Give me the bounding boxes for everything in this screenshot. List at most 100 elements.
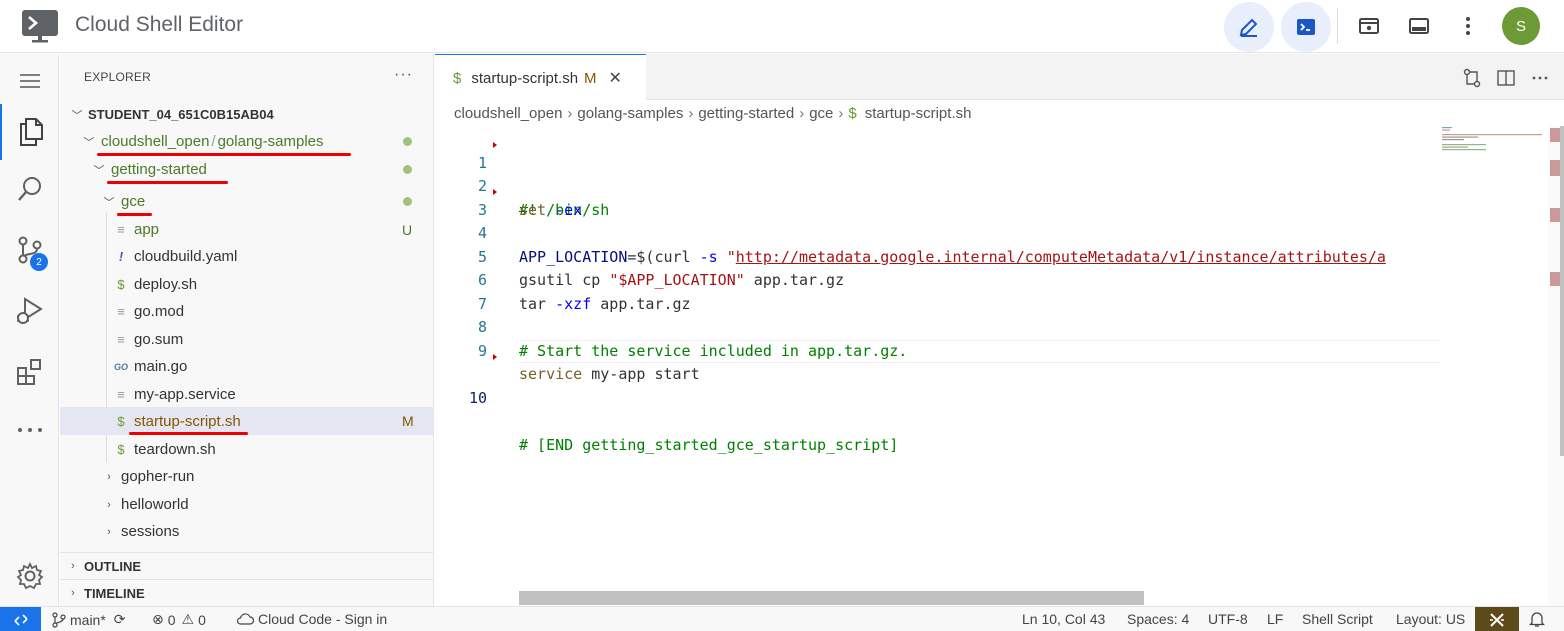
error-count: 0 bbox=[167, 611, 176, 628]
file-row-deploy-sh[interactable]: $ deploy.sh bbox=[60, 271, 434, 298]
open-editor-button[interactable] bbox=[1224, 2, 1274, 52]
tab-startup-script-sh[interactable]: $ startup-script.sh M ✕ bbox=[435, 54, 646, 101]
breadcrumb-item[interactable]: gce bbox=[809, 105, 833, 122]
more-options-button[interactable] bbox=[1450, 8, 1486, 44]
file-label: go.mod bbox=[134, 303, 185, 320]
file-label: app bbox=[134, 221, 160, 238]
explorer-more-button[interactable]: ··· bbox=[394, 66, 413, 84]
breadcrumb-item[interactable]: cloudshell_open bbox=[454, 105, 562, 122]
file-row-go-sum[interactable]: ≡ go.sum bbox=[60, 326, 434, 353]
toggle-panel-button[interactable] bbox=[1401, 8, 1437, 44]
error-icon: ⊗ bbox=[152, 611, 164, 627]
line-number: 10 bbox=[468, 388, 487, 407]
code-line-current: 10 # [END getting_started_gce_startup_sc… bbox=[435, 339, 1440, 454]
workspace-name: STUDENT_04_651C0B15AB04 bbox=[88, 107, 274, 122]
open-changes-icon[interactable] bbox=[1462, 68, 1482, 88]
shell-icon: $ bbox=[848, 105, 857, 122]
path-separator: / bbox=[211, 133, 216, 150]
file-row-go-mod[interactable]: ≡ go.mod bbox=[60, 298, 434, 325]
file-row-cloudbuild-yaml[interactable]: ! cloudbuild.yaml bbox=[60, 243, 434, 270]
settings-button[interactable] bbox=[0, 552, 59, 600]
code-editor[interactable]: 1 #! /bin/sh 2 set -ex 3 4 APP_LOCATION=… bbox=[435, 128, 1440, 454]
language-mode-status[interactable]: Shell Script bbox=[1302, 611, 1373, 627]
code-text: my-app start bbox=[582, 365, 700, 383]
source-control-view-button[interactable]: 2 bbox=[0, 226, 59, 274]
toolbar-divider bbox=[1337, 8, 1338, 44]
file-label: my-app.service bbox=[134, 386, 236, 403]
editor-tab-bar: $ startup-script.sh M ✕ bbox=[435, 54, 1564, 101]
diff-marker bbox=[493, 189, 497, 195]
run-debug-view-button[interactable] bbox=[0, 287, 59, 335]
more-views-button[interactable] bbox=[0, 406, 59, 454]
extensions-icon bbox=[16, 359, 41, 385]
web-preview-button[interactable] bbox=[1351, 8, 1387, 44]
encoding-status[interactable]: UTF-8 bbox=[1208, 611, 1248, 627]
breadcrumb-item[interactable]: getting-started bbox=[698, 105, 794, 122]
sync-icon[interactable]: ⟳ bbox=[114, 611, 126, 628]
source-control-badge: 2 bbox=[30, 253, 48, 271]
cloud-code-status[interactable]: Cloud Code - Sign in bbox=[236, 611, 387, 627]
code-text: service bbox=[519, 365, 583, 383]
cursor-position-status[interactable]: Ln 10, Col 43 bbox=[1022, 611, 1105, 627]
git-branch-status[interactable]: main* ⟳ bbox=[52, 611, 126, 628]
code-line: 5 gsutil cp "$APP_LOCATION" app.tar.gz bbox=[435, 222, 1440, 290]
folder-label: gopher-run bbox=[121, 468, 195, 485]
code-line: 6 tar -xzf app.tar.gz bbox=[435, 246, 1440, 313]
branch-name: main* bbox=[70, 611, 106, 628]
close-icon[interactable]: ✕ bbox=[609, 68, 622, 88]
chevron-right-icon: › bbox=[71, 560, 75, 572]
git-untracked-badge: U bbox=[402, 221, 413, 238]
diff-marker bbox=[493, 142, 497, 148]
folder-label: golang-samples bbox=[217, 133, 324, 150]
editor-actions bbox=[1462, 68, 1550, 88]
file-row-my-app-service[interactable]: ≡ my-app.service bbox=[60, 381, 434, 408]
split-editor-icon[interactable] bbox=[1496, 68, 1516, 88]
breadcrumb-item[interactable]: golang-samples bbox=[577, 105, 683, 122]
outline-section-header[interactable]: › OUTLINE bbox=[60, 552, 434, 579]
breadcrumb-item[interactable]: startup-script.sh bbox=[865, 105, 972, 122]
yaml-icon: ! bbox=[118, 249, 124, 264]
folder-row-sessions[interactable]: › sessions bbox=[60, 518, 434, 545]
code-line: 2 set -ex bbox=[435, 152, 1440, 219]
folder-row-gopher-run[interactable]: › gopher-run bbox=[60, 463, 434, 490]
horizontal-scrollbar[interactable] bbox=[519, 591, 1144, 605]
folder-label: gce bbox=[121, 193, 146, 210]
folder-row-getting-started[interactable]: ﹀ getting-started bbox=[60, 156, 434, 183]
indentation-status[interactable]: Spaces: 4 bbox=[1127, 611, 1189, 627]
vertical-scrollbar[interactable] bbox=[1548, 126, 1564, 606]
menu-button[interactable] bbox=[0, 57, 59, 105]
explorer-view-button[interactable] bbox=[0, 104, 59, 160]
account-avatar[interactable]: S bbox=[1502, 7, 1540, 45]
open-terminal-button[interactable] bbox=[1281, 2, 1331, 52]
code-text: # [END getting_started_gce_startup_scrip… bbox=[519, 435, 899, 454]
file-row-teardown-sh[interactable]: $ teardown.sh bbox=[60, 436, 434, 463]
tools-button[interactable] bbox=[1475, 607, 1519, 631]
panel-icon bbox=[1409, 18, 1429, 34]
eol-status[interactable]: LF bbox=[1267, 611, 1283, 627]
chevron-right-icon: › bbox=[71, 587, 75, 599]
file-row-main-go[interactable]: GO main.go bbox=[60, 353, 434, 380]
folder-row-helloworld[interactable]: › helloworld bbox=[60, 491, 434, 518]
timeline-section-header[interactable]: › TIMELINE bbox=[60, 579, 434, 606]
editor-area: $ startup-script.sh M ✕ cloudshell_open ›… bbox=[435, 54, 1564, 606]
file-row-app[interactable]: ≡ app U bbox=[60, 216, 434, 243]
file-row-startup-script-sh[interactable]: $ startup-script.sh M bbox=[60, 407, 434, 435]
keyboard-layout-status[interactable]: Layout: US bbox=[1396, 611, 1465, 627]
more-horiz-icon[interactable] bbox=[1530, 68, 1550, 88]
workspace-folder-row[interactable]: ﹀ STUDENT_04_651C0B15AB04 bbox=[60, 101, 434, 128]
file-lines-icon: ≡ bbox=[117, 222, 125, 237]
minimap[interactable] bbox=[1440, 125, 1550, 165]
search-view-button[interactable] bbox=[0, 165, 59, 213]
file-lines-icon: ≡ bbox=[117, 332, 125, 347]
folder-row-cloudshell-open[interactable]: ﹀ cloudshell_open / golang-samples bbox=[60, 128, 434, 155]
red-annotation-underline bbox=[129, 432, 248, 435]
extensions-view-button[interactable] bbox=[0, 348, 59, 396]
notifications-button[interactable] bbox=[1529, 610, 1545, 628]
more-horiz-icon bbox=[17, 428, 42, 432]
file-label: startup-script.sh bbox=[134, 412, 241, 430]
cloud-icon bbox=[236, 613, 254, 625]
remote-indicator-button[interactable] bbox=[0, 607, 41, 631]
problems-status[interactable]: ⊗ 0 ⚠ 0 bbox=[152, 611, 206, 628]
file-lines-icon: ≡ bbox=[117, 387, 125, 402]
folder-row-gce[interactable]: ﹀ gce bbox=[60, 188, 434, 215]
